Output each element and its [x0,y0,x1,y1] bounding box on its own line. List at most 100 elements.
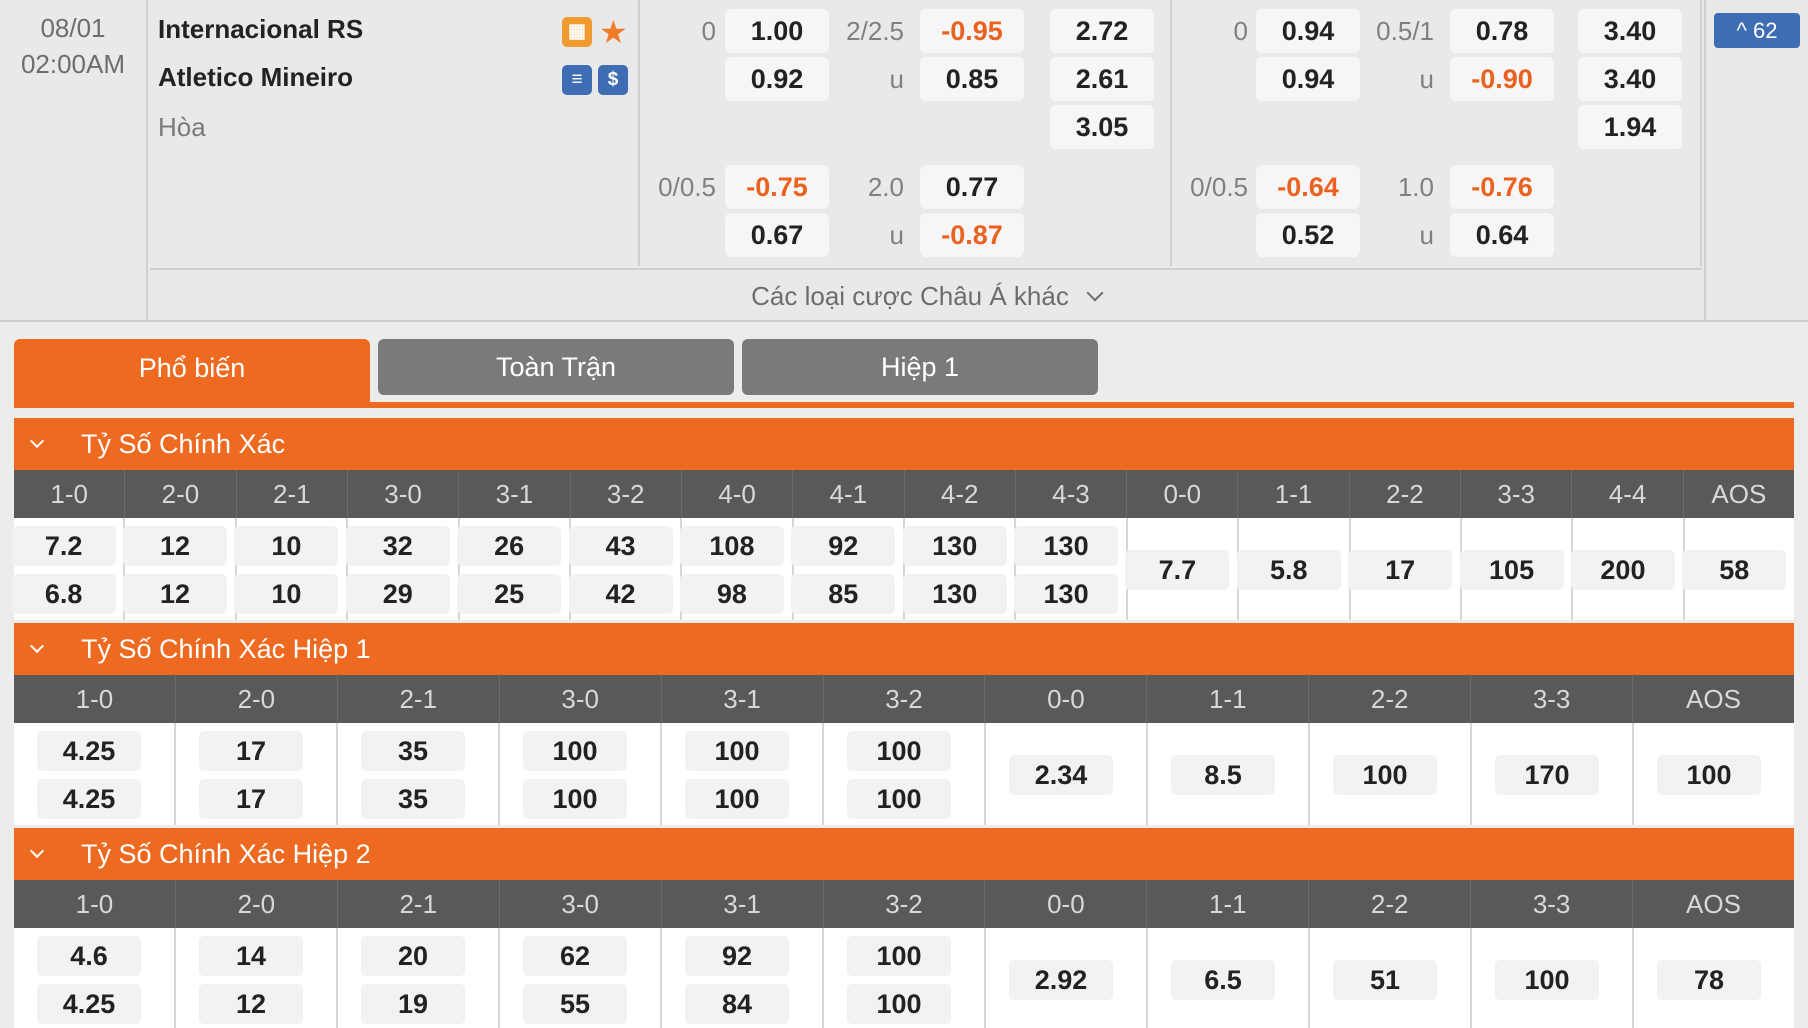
hdp-home-odds[interactable]: 1.00 [725,9,829,53]
1x2-away-odds[interactable]: 2.61 [1050,57,1154,101]
home-score-odds[interactable]: 20 [361,936,465,976]
draw-score-odds[interactable]: 8.5 [1171,755,1275,795]
away-score-odds[interactable]: 25 [457,574,562,614]
home-score-odds[interactable]: 130 [1014,526,1119,566]
ou-under-odds[interactable]: 0.85 [920,57,1024,101]
hdp-away-odds-alt[interactable]: 0.67 [725,213,829,257]
ou-under-odds-alt[interactable]: -0.87 [920,213,1024,257]
draw-score-odds[interactable]: 17 [1348,550,1453,590]
home-score-odds[interactable]: 100 [847,936,951,976]
hdp-away-odds[interactable]: 0.92 [725,57,829,101]
home-score-odds[interactable]: 100 [685,731,789,771]
home-score-odds[interactable]: 35 [361,731,465,771]
favorite-star-icon[interactable]: ★ [599,16,628,48]
home-score-odds[interactable]: 4.25 [37,731,141,771]
ou-over-odds-alt[interactable]: 0.77 [920,165,1024,209]
ou-over-odds[interactable]: 0.78 [1450,9,1554,53]
section-header[interactable]: Tỷ Số Chính Xác Hiệp 1 [14,623,1794,675]
away-score-odds[interactable]: 84 [685,984,789,1024]
draw-score-odds[interactable]: 2.92 [1009,960,1113,1000]
draw-score-odds[interactable]: 51 [1333,960,1437,1000]
draw-score-odds[interactable]: 100 [1333,755,1437,795]
hdp-away-odds[interactable]: 0.94 [1256,57,1360,101]
tab-popular[interactable]: Phổ biến [14,339,370,405]
home-score-odds[interactable]: 17 [199,731,303,771]
home-score-odds[interactable]: 4.6 [37,936,141,976]
away-score-odds[interactable]: 100 [847,984,951,1024]
home-score-odds[interactable]: 130 [902,526,1007,566]
away-score-odds[interactable]: 100 [523,779,627,819]
away-score-odds[interactable]: 100 [847,779,951,819]
draw-score-odds[interactable]: 2.34 [1009,755,1113,795]
draw-score-odds[interactable]: 5.8 [1236,550,1341,590]
home-score-odds[interactable]: 62 [523,936,627,976]
1x2-draw-odds[interactable]: 1.94 [1578,105,1682,149]
hdp-home-odds[interactable]: 0.94 [1256,9,1360,53]
away-score-odds[interactable]: 4.25 [37,984,141,1024]
home-score-odds[interactable]: 100 [523,731,627,771]
away-score-odds[interactable]: 19 [361,984,465,1024]
hdp-away-odds-alt[interactable]: 0.52 [1256,213,1360,257]
away-score-odds[interactable]: 42 [568,574,673,614]
home-score-odds[interactable]: 32 [345,526,450,566]
hdp-home-odds-alt[interactable]: -0.64 [1256,165,1360,209]
home-score-odds[interactable]: 12 [123,526,228,566]
tab-first-half[interactable]: Hiệp 1 [742,339,1098,395]
away-score-odds[interactable]: 98 [679,574,784,614]
more-asian-bets-toggle[interactable]: Các loại cược Châu Á khác [150,268,1702,320]
money-icon[interactable]: $ [598,65,628,95]
home-team-name[interactable]: Internacional RS [158,14,363,45]
stats-icon[interactable]: ≡ [562,65,592,95]
1x2-home-odds[interactable]: 2.72 [1050,9,1154,53]
draw-score-odds[interactable]: 100 [1657,755,1761,795]
ou-over-odds-alt[interactable]: -0.76 [1450,165,1554,209]
home-score-odds[interactable]: 10 [234,526,339,566]
away-score-odds[interactable]: 17 [199,779,303,819]
tab-full-match[interactable]: Toàn Trận [378,339,734,395]
draw-score-odds[interactable]: 78 [1657,960,1761,1000]
ou-under-odds[interactable]: -0.90 [1450,57,1554,101]
home-score-odds[interactable]: 14 [199,936,303,976]
away-team-name[interactable]: Atletico Mineiro [158,62,353,93]
away-score-odds[interactable]: 4.25 [37,779,141,819]
draw-score-odds[interactable]: 100 [1495,960,1599,1000]
away-score-odds[interactable]: 55 [523,984,627,1024]
away-score-odds[interactable]: 10 [234,574,339,614]
home-score-odds[interactable]: 43 [568,526,673,566]
home-score-odds[interactable]: 92 [685,936,789,976]
ou-under-odds-alt[interactable]: 0.64 [1450,213,1554,257]
chevron-down-icon[interactable] [29,843,45,859]
1x2-away-odds[interactable]: 3.40 [1578,57,1682,101]
1x2-draw-odds[interactable]: 3.05 [1050,105,1154,149]
away-score-odds[interactable]: 85 [791,574,896,614]
1x2-home-odds[interactable]: 3.40 [1578,9,1682,53]
home-score-odds[interactable]: 108 [679,526,784,566]
away-score-odds[interactable]: 12 [123,574,228,614]
draw-score-odds[interactable]: 58 [1682,550,1787,590]
hdp-home-odds-alt[interactable]: -0.75 [725,165,829,209]
away-score-odds[interactable]: 29 [345,574,450,614]
draw-score-odds[interactable]: 200 [1570,550,1675,590]
away-score-odds[interactable]: 130 [1014,574,1119,614]
away-score-odds[interactable]: 35 [361,779,465,819]
section-header[interactable]: Tỷ Số Chính Xác Hiệp 2 [14,828,1794,880]
draw-score-odds[interactable]: 170 [1495,755,1599,795]
score-odds-row: 4.25 4.25 17 17 35 35 100 100 100 100 100 100 2.34 8.… [14,723,1794,825]
section-header[interactable]: Tỷ Số Chính Xác [14,418,1794,470]
draw-score-odds[interactable]: 7.7 [1125,550,1230,590]
lineup-icon[interactable]: ▦ [562,17,592,47]
chevron-down-icon[interactable] [29,433,45,449]
home-score-odds[interactable]: 7.2 [11,526,116,566]
away-score-odds[interactable]: 130 [902,574,1007,614]
draw-score-odds[interactable]: 105 [1459,550,1564,590]
chevron-down-icon[interactable] [29,638,45,654]
away-score-odds[interactable]: 100 [685,779,789,819]
away-score-odds[interactable]: 6.8 [11,574,116,614]
ou-over-odds[interactable]: -0.95 [920,9,1024,53]
home-score-odds[interactable]: 26 [457,526,562,566]
draw-score-odds[interactable]: 6.5 [1171,960,1275,1000]
market-count-badge[interactable]: ^ 62 [1714,13,1800,48]
away-score-odds[interactable]: 12 [199,984,303,1024]
home-score-odds[interactable]: 92 [791,526,896,566]
home-score-odds[interactable]: 100 [847,731,951,771]
